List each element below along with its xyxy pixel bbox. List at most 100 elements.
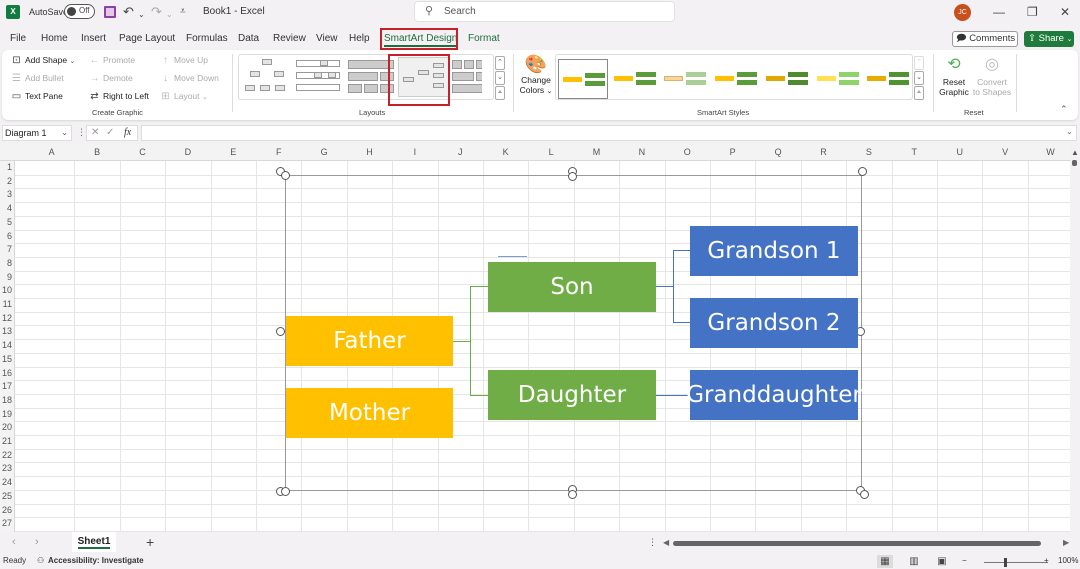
column-header[interactable]: E [223, 147, 243, 157]
row-header[interactable]: 8 [0, 258, 14, 268]
move-up-button[interactable]: ↑ Move Up [159, 55, 208, 66]
scroll-right-arrow[interactable]: ▶ [1063, 538, 1069, 547]
row-header[interactable]: 26 [0, 505, 14, 515]
tab-insert[interactable]: Insert [81, 33, 106, 44]
node-grandson-1[interactable]: Grandson 1 [690, 226, 858, 276]
tab-format[interactable]: Format [468, 33, 500, 44]
column-header[interactable]: D [178, 147, 198, 157]
row-header[interactable]: 12 [0, 313, 14, 323]
zoom-level[interactable]: 100% [1058, 556, 1078, 565]
style-option-5[interactable] [762, 59, 812, 99]
row-header[interactable]: 18 [0, 395, 14, 405]
zoom-out-button[interactable]: − [962, 556, 967, 565]
node-son[interactable]: Son [488, 262, 656, 312]
enter-icon[interactable]: ✓ [106, 126, 114, 140]
row-header[interactable]: 23 [0, 463, 14, 473]
column-header[interactable]: P [723, 147, 743, 157]
right-to-left-button[interactable]: ⇄ Right to Left [88, 91, 149, 102]
column-header[interactable]: G [314, 147, 334, 157]
normal-view-button[interactable]: ▦ [877, 555, 893, 568]
resize-handle-sw[interactable] [281, 487, 290, 496]
resize-handle-nw[interactable] [281, 171, 290, 180]
next-sheet-icon[interactable]: › [35, 536, 39, 548]
scroll-left-arrow[interactable]: ◀ [663, 538, 669, 547]
layouts-scroll-up[interactable]: ⌃ [495, 56, 505, 70]
row-header[interactable]: 3 [0, 189, 14, 199]
column-header[interactable]: S [859, 147, 879, 157]
customize-qat-icon[interactable]: ⩡ [180, 4, 186, 20]
more-options-icon[interactable]: ⋮ [77, 127, 86, 138]
node-daughter[interactable]: Daughter [488, 370, 656, 420]
add-sheet-button[interactable]: + [146, 534, 154, 550]
tab-page-layout[interactable]: Page Layout [119, 33, 175, 44]
add-shape-dropdown-icon[interactable]: ⌄ [69, 58, 75, 65]
row-header[interactable]: 24 [0, 477, 14, 487]
layout-option-more[interactable] [450, 57, 482, 97]
prev-sheet-icon[interactable]: ‹ [12, 536, 16, 548]
column-header[interactable]: M [587, 147, 607, 157]
styles-scroll-down[interactable]: ⌄ [914, 71, 924, 85]
move-down-button[interactable]: ↓ Move Down [159, 73, 219, 84]
undo-icon[interactable]: ↶ [123, 4, 134, 20]
minimize-button[interactable]: — [993, 4, 1005, 20]
row-header[interactable]: 10 [0, 285, 14, 295]
layout-option-hierarchy[interactable] [242, 57, 293, 97]
style-option-2[interactable] [610, 59, 660, 99]
sheet-tab-sheet1[interactable]: Sheet1 [72, 532, 116, 552]
tab-view[interactable]: View [316, 33, 338, 44]
node-mother[interactable]: Mother [286, 388, 453, 438]
tab-home[interactable]: Home [41, 33, 68, 44]
column-header[interactable]: K [496, 147, 516, 157]
comments-button[interactable]: 🗩 Comments [952, 31, 1018, 47]
row-header[interactable]: 13 [0, 326, 14, 336]
close-button[interactable]: ✕ [1060, 4, 1070, 20]
style-option-4[interactable] [711, 59, 761, 99]
tab-file[interactable]: File [10, 33, 26, 44]
save-icon[interactable] [104, 6, 116, 18]
tab-review[interactable]: Review [273, 33, 306, 44]
row-header[interactable]: 7 [0, 244, 14, 254]
resize-handle-w[interactable] [276, 327, 285, 336]
row-header[interactable]: 5 [0, 217, 14, 227]
layouts-scroll-down[interactable]: ⌄ [495, 71, 505, 85]
vertical-scroll-thumb[interactable] [1072, 160, 1077, 166]
accessibility-status[interactable]: Accessibility: Investigate [48, 556, 144, 565]
restore-button[interactable]: ❐ [1027, 4, 1038, 20]
tab-formulas[interactable]: Formulas [186, 33, 228, 44]
styles-more[interactable]: ⩡ [914, 86, 924, 100]
layout-option-labeled-hierarchy[interactable] [294, 57, 345, 97]
column-header[interactable]: F [269, 147, 289, 157]
column-header[interactable]: O [677, 147, 697, 157]
tab-splitter-icon[interactable]: ⋮ [648, 537, 657, 548]
styles-scroll-up[interactable]: ⌃ [914, 56, 924, 70]
row-header[interactable]: 21 [0, 436, 14, 446]
redo-icon[interactable]: ↷ [151, 4, 162, 20]
column-header[interactable]: H [360, 147, 380, 157]
column-header[interactable]: V [995, 147, 1015, 157]
resize-handle-ne[interactable] [858, 167, 867, 176]
row-header[interactable]: 4 [0, 203, 14, 213]
column-header[interactable]: I [405, 147, 425, 157]
row-header[interactable]: 22 [0, 450, 14, 460]
formula-input[interactable] [141, 125, 1077, 141]
row-header[interactable]: 1 [0, 162, 14, 172]
page-break-view-button[interactable]: ▣ [934, 555, 950, 568]
node-granddaughter[interactable]: Granddaughter [686, 370, 862, 420]
change-colors-button[interactable]: 🎨 Change Colors ⌄ [518, 53, 554, 95]
style-option-3[interactable] [660, 59, 710, 99]
horizontal-scroll-thumb[interactable] [673, 541, 1041, 546]
convert-to-shapes-button[interactable]: ◎ Convert to Shapes [972, 53, 1012, 97]
row-header[interactable]: 9 [0, 272, 14, 282]
tab-help[interactable]: Help [349, 33, 370, 44]
row-header[interactable]: 27 [0, 518, 14, 528]
resize-handle-n[interactable] [568, 172, 577, 181]
insert-function-icon[interactable]: fx [124, 126, 131, 140]
add-bullet-button[interactable]: ☰ Add Bullet [10, 73, 64, 84]
name-box[interactable]: Diagram 1 ⌄ [2, 125, 72, 141]
row-header[interactable]: 17 [0, 381, 14, 391]
column-header[interactable]: A [42, 147, 62, 157]
layouts-more[interactable]: ⩡ [495, 86, 505, 100]
column-header[interactable]: T [904, 147, 924, 157]
style-option-6[interactable] [813, 59, 863, 99]
style-option-7[interactable] [863, 59, 913, 99]
